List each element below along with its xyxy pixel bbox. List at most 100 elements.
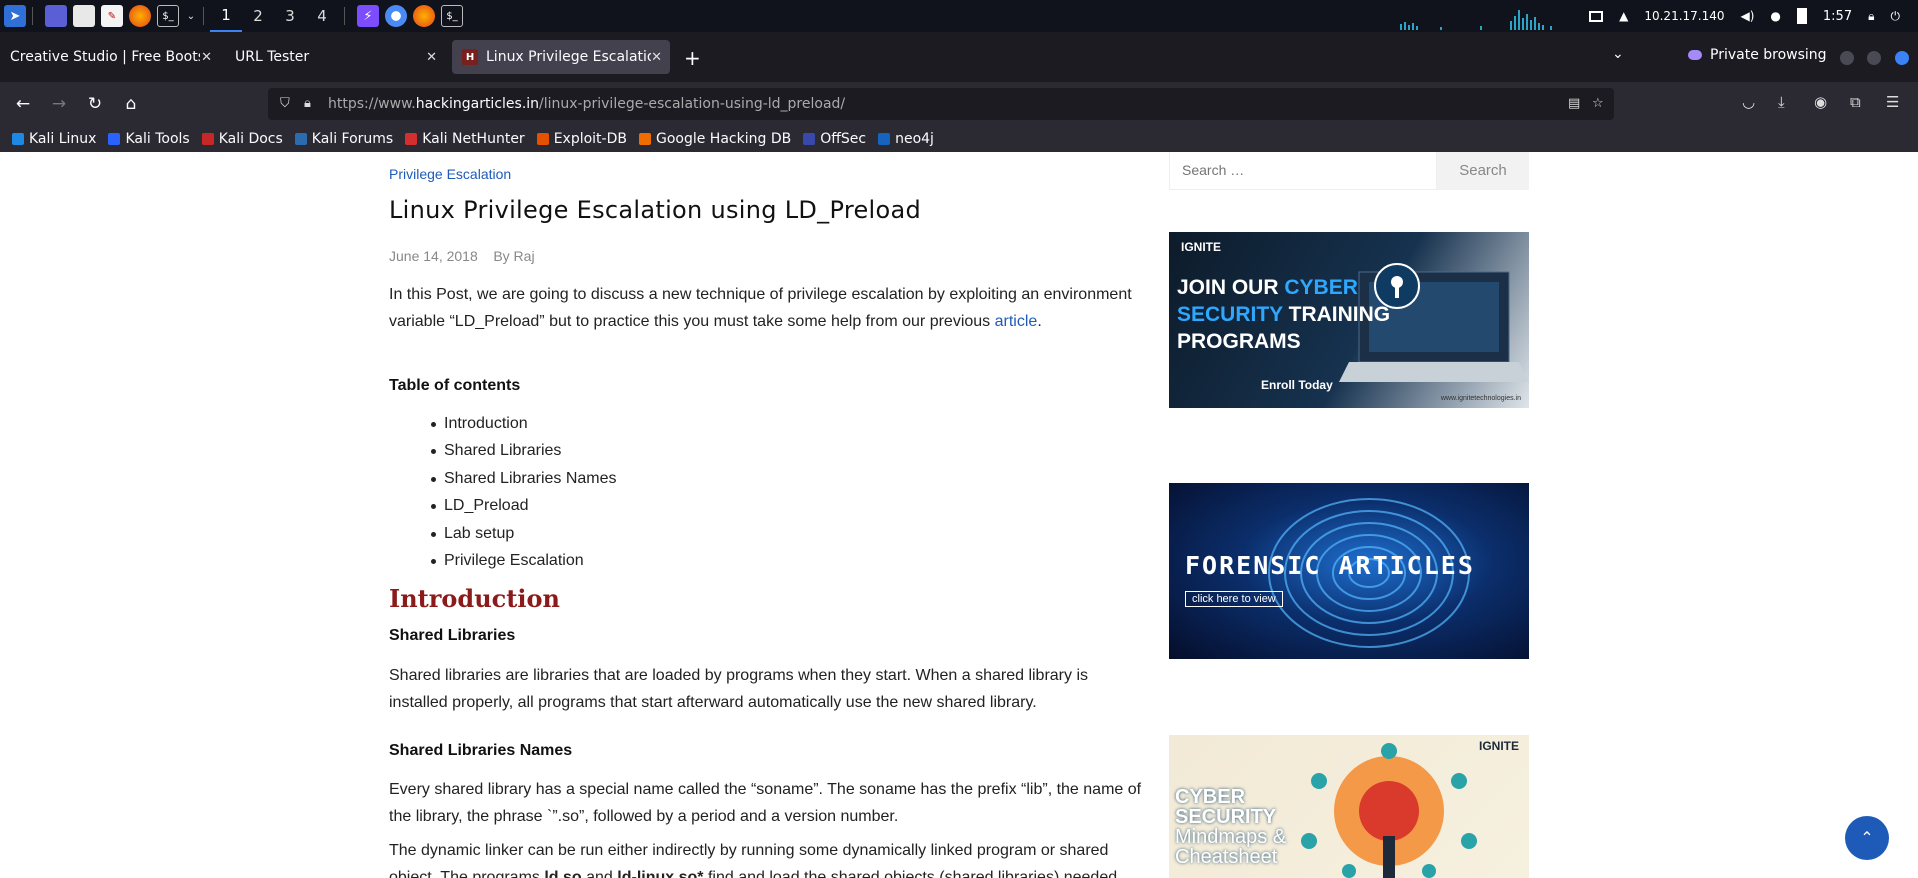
- toc-item[interactable]: Privilege Escalation: [389, 547, 617, 574]
- ignite-brand: IGNITE: [1181, 240, 1222, 254]
- clock[interactable]: 1:57: [1823, 9, 1852, 24]
- chevron-down-icon[interactable]: ⌄: [185, 5, 197, 27]
- workspace-4[interactable]: 4: [306, 0, 338, 32]
- ld-linux-so: ld-linux.so*: [617, 869, 704, 878]
- mindmaps-headline: CYBER SECURITY Mindmaps & Cheatsheet: [1175, 787, 1286, 867]
- search-input[interactable]: [1182, 162, 1422, 178]
- bookmark-google-hacking-db[interactable]: Google Hacking DB: [638, 131, 791, 147]
- forensic-articles-title: FORENSIC ARTICLES: [1185, 551, 1475, 580]
- workspace-2[interactable]: 2: [242, 0, 274, 32]
- toc-item[interactable]: Lab setup: [389, 520, 617, 547]
- cyber-security-training-ad[interactable]: IGNITE JOIN OUR CYBER SECURITY TRAINING …: [1169, 232, 1529, 408]
- screen-icon[interactable]: [1589, 10, 1604, 22]
- bookmark-label: OffSec: [820, 131, 867, 147]
- tab-title: URL Tester: [235, 49, 310, 65]
- system-taskbar: ➤ ✎ $_ ⌄ 1 2 3 4 ⚡ $_ ▲ 10.21.17.140 ◀) …: [0, 0, 1918, 32]
- url-bar[interactable]: ⛉ 🔒︎ https://www.hackingarticles.in/linu…: [268, 88, 1614, 120]
- bookmark-neo4j[interactable]: neo4j: [878, 131, 934, 147]
- pocket-icon[interactable]: ◡: [1742, 93, 1755, 111]
- new-tab-plus-icon[interactable]: +: [684, 46, 701, 70]
- bookmark-kali-nethunter[interactable]: Kali NetHunter: [405, 131, 525, 147]
- firefox-app-icon[interactable]: [413, 5, 435, 27]
- battery-icon[interactable]: [1796, 8, 1807, 24]
- tab-linux-privesc[interactable]: H Linux Privilege Escalation ✕: [452, 40, 670, 74]
- extensions-icon[interactable]: ⧉: [1850, 93, 1861, 111]
- toc-item[interactable]: Introduction: [389, 410, 617, 437]
- lock-icon[interactable]: 🔒︎: [1868, 9, 1874, 24]
- close-icon[interactable]: ✕: [651, 50, 662, 65]
- url-text[interactable]: https://www.hackingarticles.in/linux-pri…: [328, 96, 845, 112]
- navigation-toolbar: ← → ↻ ⌂ ⛉ 🔒︎ https://www.hackingarticles…: [0, 82, 1918, 126]
- bookmark-exploit-db[interactable]: Exploit-DB: [536, 131, 627, 147]
- taskbar-separator: [344, 7, 345, 25]
- notification-icon[interactable]: ●: [1770, 9, 1780, 23]
- bookmark-offsec[interactable]: OffSec: [803, 131, 866, 147]
- power-icon[interactable]: ⏻: [1891, 9, 1901, 24]
- chevron-down-icon[interactable]: ⌄: [1612, 46, 1624, 62]
- terminal-icon[interactable]: $_: [157, 5, 179, 27]
- search-button[interactable]: Search: [1437, 152, 1529, 190]
- close-icon[interactable]: ✕: [201, 50, 212, 65]
- close-icon[interactable]: ✕: [426, 50, 437, 65]
- linker-and: and: [581, 869, 618, 878]
- back-arrow-icon[interactable]: ←: [11, 92, 35, 116]
- home-icon[interactable]: ⌂: [119, 92, 143, 116]
- volume-icon[interactable]: ◀): [1741, 9, 1755, 23]
- toc-item[interactable]: Shared Libraries: [389, 437, 617, 464]
- offsec-icon: [803, 133, 816, 145]
- workspace-1[interactable]: 1: [210, 0, 242, 32]
- downloads-icon[interactable]: ⤓: [1778, 93, 1785, 111]
- maximize-window-button[interactable]: [1867, 51, 1881, 65]
- tab-creative-studio[interactable]: Creative Studio | Free Bootstr ✕: [0, 40, 220, 74]
- vpn-icon[interactable]: ▲: [1619, 9, 1628, 23]
- category-link[interactable]: Privilege Escalation: [389, 166, 511, 182]
- web-page-content: Privilege Escalation Linux Privilege Esc…: [0, 152, 1918, 878]
- private-browsing-label: Private browsing: [1710, 47, 1827, 63]
- linker-text-end: find and load the shared objects (shared…: [703, 869, 1118, 878]
- text-editor-icon[interactable]: ✎: [101, 5, 123, 27]
- bookmark-kali-linux[interactable]: Kali Linux: [12, 131, 96, 147]
- chromium-app-icon[interactable]: [385, 5, 407, 27]
- close-window-button[interactable]: [1895, 51, 1909, 65]
- tab-title: Linux Privilege Escalation: [486, 49, 651, 65]
- dynamic-linker-paragraph: The dynamic linker can be run either ind…: [389, 837, 1149, 878]
- toc-item[interactable]: LD_Preload: [389, 492, 617, 519]
- ad-text: TRAINING: [1282, 303, 1391, 326]
- forensic-articles-ad[interactable]: FORENSIC ARTICLES click here to view: [1169, 483, 1529, 659]
- tab-url-tester[interactable]: URL Tester ✕: [225, 40, 445, 74]
- tab-title: Creative Studio | Free Bootstr: [10, 49, 200, 65]
- burp-app-icon[interactable]: ⚡: [357, 5, 379, 27]
- firefox-icon[interactable]: [129, 5, 151, 27]
- account-icon[interactable]: ◉: [1814, 93, 1827, 111]
- post-author[interactable]: Raj: [514, 248, 535, 264]
- bookmark-kali-docs[interactable]: Kali Docs: [201, 131, 283, 147]
- terminal-app-icon[interactable]: $_: [441, 5, 463, 27]
- reload-icon[interactable]: ↻: [83, 92, 107, 116]
- bookmark-kali-forums[interactable]: Kali Forums: [294, 131, 393, 147]
- ip-address: 10.21.17.140: [1644, 9, 1725, 23]
- shared-libraries-paragraph: Shared libraries are libraries that are …: [389, 667, 1088, 711]
- bookmark-label: Kali Linux: [29, 131, 97, 147]
- menu-hamburger-icon[interactable]: ☰: [1886, 93, 1899, 111]
- desktop-icon[interactable]: [45, 5, 67, 27]
- intro-end: .: [1037, 313, 1042, 330]
- workspace-3[interactable]: 3: [274, 0, 306, 32]
- toc-item[interactable]: Shared Libraries Names: [389, 465, 617, 492]
- article-link[interactable]: article: [995, 313, 1038, 330]
- ad-text: SECURITY: [1175, 806, 1277, 828]
- kali-dragon-icon: [12, 133, 24, 145]
- bookmark-kali-tools[interactable]: Kali Tools: [108, 131, 190, 147]
- enroll-today: Enroll Today: [1261, 378, 1333, 392]
- cyber-security-mindmaps-ad[interactable]: IGNITE CYBER SECURITY Mindmaps & Cheatsh…: [1169, 735, 1529, 878]
- shield-icon[interactable]: ⛉: [280, 96, 290, 111]
- back-to-top-button[interactable]: ⌃: [1845, 816, 1889, 860]
- reader-view-icon[interactable]: ▤: [1568, 96, 1580, 111]
- minimize-window-button[interactable]: [1840, 51, 1854, 65]
- introduction-heading: Introduction: [389, 584, 560, 613]
- bookmark-star-icon[interactable]: ☆: [1592, 96, 1604, 111]
- lock-icon[interactable]: 🔒︎: [304, 96, 311, 111]
- post-date[interactable]: June 14, 2018: [389, 248, 478, 264]
- kali-menu-icon[interactable]: ➤: [4, 5, 26, 27]
- forward-arrow-icon[interactable]: →: [47, 92, 71, 116]
- file-manager-icon[interactable]: [73, 5, 95, 27]
